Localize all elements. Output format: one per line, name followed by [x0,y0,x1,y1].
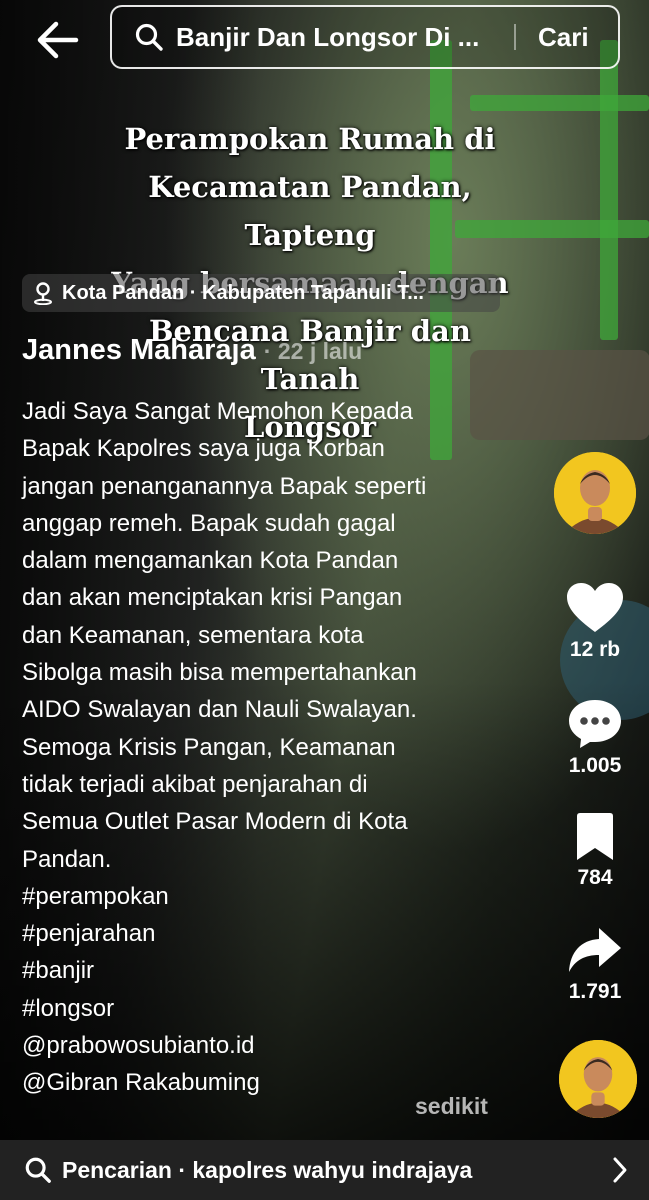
caption-line: Semoga Krisis Pangan, Keamanan [22,733,396,761]
search-icon [25,1157,51,1183]
caption-line: Pandan. [22,845,112,873]
share-arrow-icon [569,928,621,972]
chevron-right-icon [613,1157,627,1183]
heart-icon [567,583,623,632]
caption-line: jangan penanganannya Bapak seperti [22,472,427,500]
post-caption: Jadi Saya Sangat Memohon Kepada Bapak Ka… [22,393,512,1102]
post-author-row: Jannes Maharaja · 22 j lalu [22,334,362,367]
post-time: · 22 j lalu [263,338,363,364]
green-shelf-decor [470,95,649,111]
arrow-left-icon [37,21,79,59]
hashtag-link[interactable]: #banjir [22,952,512,989]
overlay-title-line: Perampokan Rumah di [124,122,496,156]
caption-line: Semua Outlet Pasar Modern di Kota [22,808,408,836]
caption-line: dan akan menciptakan krisi Pangan [22,584,403,612]
like-button[interactable]: 12 rb [555,582,635,662]
show-less-button[interactable]: sedikit [415,1093,488,1120]
related-search-label: Pencarian · kapolres wahyu indrajaya [62,1156,473,1183]
caption-line: AIDO Swalayan dan Nauli Swalayan. [22,696,417,724]
author-avatar[interactable] [554,452,636,534]
comment-button[interactable]: 1.005 [555,698,635,778]
author-name[interactable]: Jannes Maharaja [22,334,256,366]
mention-link[interactable]: @prabowosubianto.id [22,1027,512,1064]
back-button[interactable] [34,18,82,62]
share-button[interactable]: 1.791 [555,926,635,1004]
bookmark-count: 784 [577,866,613,889]
caption-line: Jadi Saya Sangat Memohon Kepada [22,398,413,425]
caption-line: anggap remeh. Bapak sudah gagal [22,509,396,537]
bookmark-icon [577,813,613,860]
hashtag-link[interactable]: #perampokan [22,878,512,915]
location-label: Kota Pandan · Kabupaten Tapanuli T... [62,281,424,304]
caption-line: dan Keamanan, sementara kota [22,621,364,649]
search-button[interactable]: Cari [538,22,589,53]
search-divider [514,24,516,50]
share-count: 1.791 [568,980,622,1003]
location-tag[interactable]: Kota Pandan · Kabupaten Tapanuli T... [22,274,500,312]
music-disc-avatar[interactable] [559,1040,637,1118]
caption-line: Sibolga masih bisa mempertahankan [22,659,417,687]
like-count: 12 rb [569,638,621,661]
avatar-image [554,452,636,534]
related-search-bar[interactable]: Pencarian · kapolres wahyu indrajaya [0,1140,649,1200]
comment-count: 1.005 [568,754,622,777]
caption-line: dalam mengamankan Kota Pandan [22,547,399,575]
location-pin-icon [34,282,52,305]
comment-bubble-icon [569,700,621,748]
overlay-title-line: Kecamatan Pandan, Tapteng [148,170,472,252]
green-shelf-decor [600,40,618,340]
search-bar[interactable]: Banjir Dan Longsor Di ... Cari [110,5,620,69]
search-input[interactable]: Banjir Dan Longsor Di ... [176,22,496,53]
hashtag-link[interactable]: #longsor [22,990,512,1027]
bookmark-button[interactable]: 784 [555,812,635,890]
caption-line: tidak terjadi akibat penjarahan di [22,770,368,798]
search-icon [135,23,163,51]
avatar-image [559,1040,637,1118]
caption-line: Bapak Kapolres saya juga Korban [22,435,385,463]
hashtag-link[interactable]: #penjarahan [22,915,512,952]
